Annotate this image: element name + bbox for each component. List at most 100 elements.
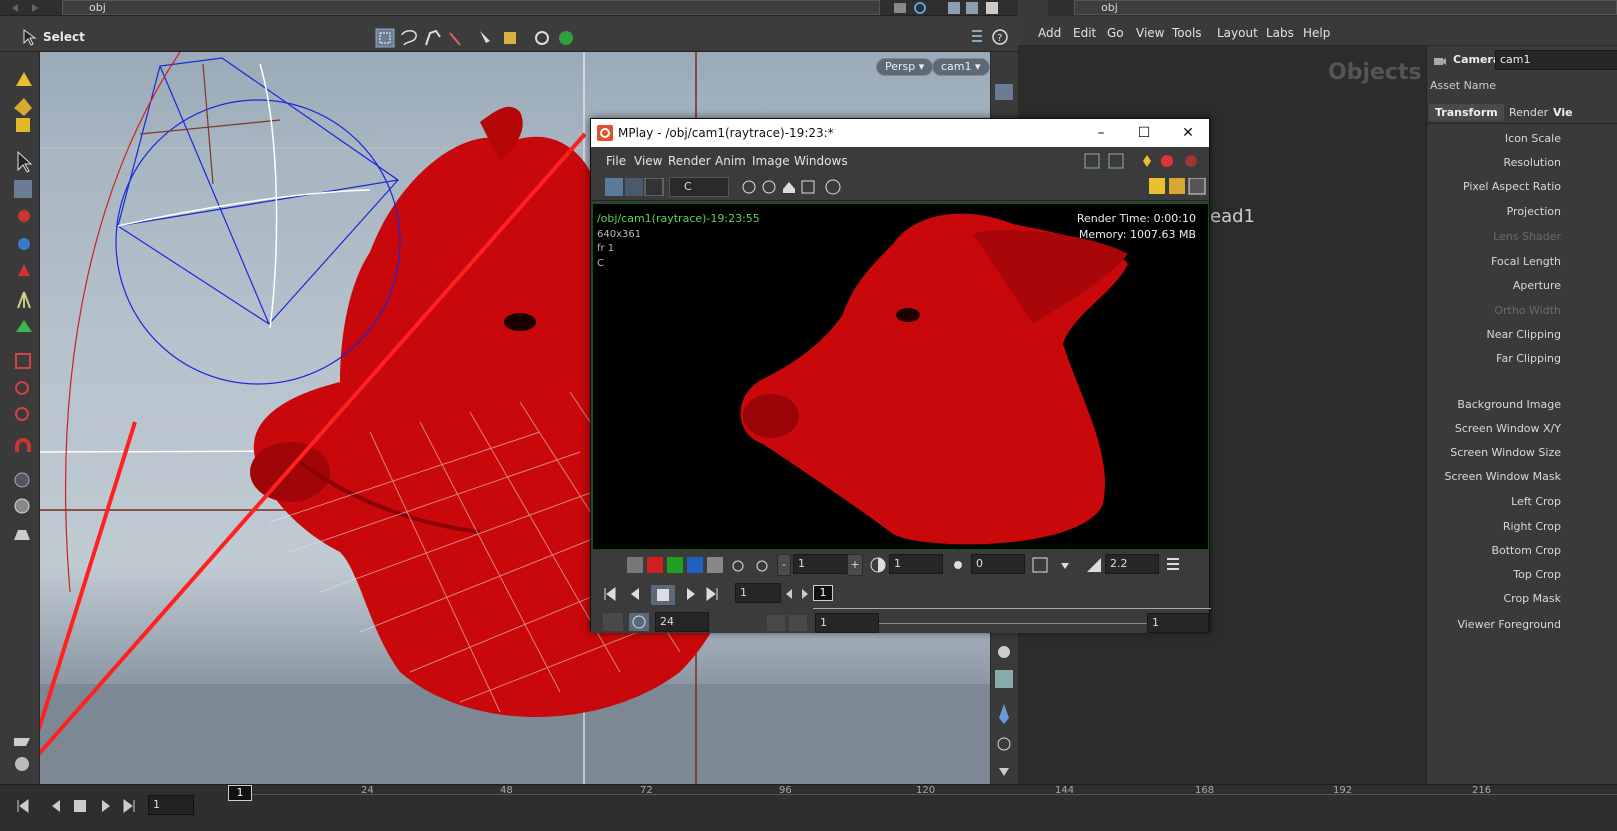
node-name-field[interactable]: cam1 [1495, 50, 1617, 70]
menu-help[interactable]: Help [1303, 26, 1330, 40]
camera-dropdown[interactable]: cam1 ▾ [932, 58, 990, 76]
step-increase-button[interactable]: + [847, 554, 863, 576]
mplay-window[interactable]: MPlay - /obj/cam1(raytrace)-19:23:* – ☐ … [590, 118, 1211, 633]
tab-view[interactable]: Vie [1547, 104, 1579, 121]
back-arrow-icon [12, 4, 18, 12]
step-decrease-button[interactable]: - [777, 554, 791, 576]
display-prims-icon [14, 98, 32, 116]
timeline-bar[interactable]: 24 48 72 96 120 144 168 192 216 1 1 [0, 784, 1617, 831]
select-groups-icon [504, 32, 516, 44]
mplay-zoom-tools[interactable] [739, 177, 849, 197]
gamma-icon [1087, 558, 1101, 572]
mplay-view-buttons[interactable] [605, 178, 665, 196]
select-hierarchy-icon [535, 31, 549, 45]
mplay-step-buttons[interactable] [783, 584, 813, 604]
tick-192: 192 [1333, 785, 1353, 796]
mplay-timeline-marker[interactable]: 1 [813, 585, 833, 601]
mplay-playback-buttons[interactable] [601, 583, 731, 605]
frame-field[interactable]: 1 [148, 795, 194, 815]
start-frame-field[interactable]: 1 [815, 613, 879, 633]
home-icon [783, 182, 795, 193]
maximize-button[interactable]: ☐ [1129, 123, 1159, 143]
sun-icon [732, 560, 744, 572]
sun2-icon [756, 560, 768, 572]
menu-edit[interactable]: Edit [1073, 26, 1096, 40]
viewport-help-tools[interactable]: ? [968, 27, 1014, 47]
minimize-button[interactable]: – [1086, 123, 1116, 143]
tab-transform[interactable]: Transform [1429, 104, 1504, 121]
mplay-jump-end-icon [706, 587, 718, 601]
background-image-icon [995, 670, 1013, 688]
lut-icon [1032, 557, 1048, 573]
overlay-frame: fr 1 [597, 243, 615, 254]
channel-buttons[interactable] [625, 556, 735, 576]
snap-grid-icon [15, 353, 31, 369]
path-field-right[interactable]: obj [1074, 0, 1617, 15]
current-frame-text: 1 [236, 786, 244, 799]
current-frame-marker[interactable]: 1 [228, 785, 252, 801]
mplay-titlebar[interactable]: MPlay - /obj/cam1(raytrace)-19:23:* – ☐ … [591, 119, 1209, 147]
mplay-timeline[interactable]: 1 [813, 585, 1211, 609]
more-options-icon[interactable] [1165, 555, 1187, 575]
selection-mode-tools[interactable] [374, 27, 594, 49]
scale-tool-icon [18, 264, 30, 276]
offset-field[interactable]: 0 [971, 554, 1025, 574]
fit-icon [801, 180, 815, 194]
menu-tools[interactable]: Tools [1172, 26, 1202, 40]
green-channel-icon [667, 557, 683, 573]
grid-icon [1169, 178, 1185, 194]
mplay-menu-anim[interactable]: Anim [715, 154, 746, 168]
playback-buttons[interactable] [10, 796, 150, 816]
param-label-icon-scale: Icon Scale [1504, 132, 1561, 145]
offset-icon [954, 561, 962, 569]
display-points-icon [16, 72, 32, 86]
mplay-timeline-frame: 1 [819, 586, 827, 599]
step-back-icon [786, 589, 792, 599]
mplay-menu-render[interactable]: Render [668, 154, 711, 168]
gamma-tools[interactable] [1031, 555, 1081, 575]
info-icon [997, 737, 1011, 751]
exposure-field[interactable]: 1 [889, 554, 943, 574]
mplay-frame-field[interactable]: 1 [735, 583, 781, 603]
left-shelf-icons[interactable]: y [0, 52, 40, 805]
node-type-label: Camera [1453, 53, 1501, 66]
range-buttons[interactable] [765, 613, 811, 633]
mplay-layout-buttons[interactable] [1149, 178, 1209, 196]
fps-field[interactable]: 24 [655, 612, 709, 632]
image-info-icon [825, 179, 841, 195]
close-window-button[interactable]: ✕ [1173, 123, 1203, 143]
play-reverse-icon [52, 800, 60, 812]
menu-go[interactable]: Go [1107, 26, 1124, 40]
nav-arrows[interactable] [4, 1, 60, 15]
expand-down-icon [999, 768, 1009, 776]
path-field-left[interactable]: obj [62, 0, 880, 15]
overlay-path: /obj/cam1(raytrace)-19:23:55 [597, 212, 760, 225]
menu-labs[interactable]: Labs [1266, 26, 1294, 40]
param-label-screen-window-mask: Screen Window Mask [1444, 470, 1561, 483]
menu-layout[interactable]: Layout [1217, 26, 1258, 40]
lut-icons[interactable] [729, 556, 771, 576]
menu-view[interactable]: View [1136, 26, 1164, 40]
step-field[interactable]: 1 [793, 554, 851, 574]
mplay-menu-image[interactable]: Image [752, 154, 790, 168]
select-arrow-icon[interactable] [20, 28, 38, 46]
tick-168: 168 [1195, 785, 1215, 796]
channel-select[interactable]: C [669, 177, 729, 197]
mplay-menu-view[interactable]: View [634, 154, 662, 168]
mplay-menu-icons[interactable] [1083, 151, 1209, 171]
mplay-menu-windows[interactable]: Windows [794, 154, 848, 168]
gamma-field[interactable]: 2.2 [1105, 554, 1159, 574]
mplay-loop-buttons[interactable] [601, 611, 653, 633]
mplay-render-view[interactable]: /obj/cam1(raytrace)-19:23:55 640x361 fr … [592, 203, 1209, 550]
step-value: 1 [798, 557, 805, 570]
param-label-resolution: Resolution [1503, 156, 1561, 169]
end-frame-field[interactable]: 1 [1147, 613, 1209, 633]
menu-add[interactable]: Add [1038, 26, 1061, 40]
snap-point-icon [15, 407, 29, 421]
range-slider[interactable] [879, 623, 1147, 624]
top-tools-left[interactable] [888, 0, 1018, 16]
mplay-menu-file[interactable]: File [606, 154, 626, 168]
ghost-icon [995, 84, 1013, 100]
node-label-partial[interactable]: ead1 [1210, 206, 1255, 227]
persp-dropdown[interactable]: Persp ▾ [876, 58, 934, 76]
